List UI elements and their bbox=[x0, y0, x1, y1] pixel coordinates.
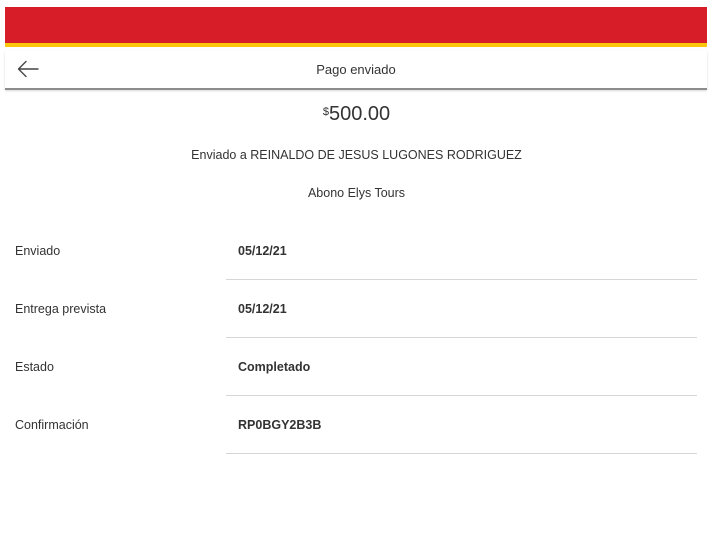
payment-amount: $500.00 bbox=[0, 103, 713, 126]
detail-value: 05/12/21 bbox=[238, 244, 287, 258]
detail-row-sent: Enviado 05/12/21 bbox=[0, 222, 713, 280]
memo-text: Abono Elys Tours bbox=[307, 186, 406, 200]
detail-label: Enviado bbox=[15, 244, 61, 258]
detail-value: RP0BGY2B3B bbox=[238, 418, 322, 432]
detail-row-status: Estado Completado bbox=[0, 338, 713, 396]
detail-row-confirmation: Confirmación RP0BGY2B3B bbox=[0, 396, 713, 454]
details-list: Enviado 05/12/21 Entrega prevista 05/12/… bbox=[0, 222, 713, 454]
detail-label: Entrega prevista bbox=[15, 302, 107, 316]
recipient-text: Enviado a REINALDO DE JESUS LUGONES RODR… bbox=[191, 148, 522, 162]
page-title: Pago enviado bbox=[316, 62, 396, 77]
page-header: Pago enviado bbox=[5, 51, 707, 90]
detail-label: Confirmación bbox=[15, 418, 89, 432]
brand-banner bbox=[5, 7, 707, 47]
detail-row-expected-delivery: Entrega prevista 05/12/21 bbox=[0, 280, 713, 338]
currency-symbol: $ bbox=[322, 106, 329, 118]
divider bbox=[226, 453, 697, 454]
detail-label: Estado bbox=[15, 360, 54, 374]
detail-value: 05/12/21 bbox=[238, 302, 287, 316]
amount-value: 500.00 bbox=[328, 103, 391, 125]
detail-value: Completado bbox=[238, 360, 311, 374]
